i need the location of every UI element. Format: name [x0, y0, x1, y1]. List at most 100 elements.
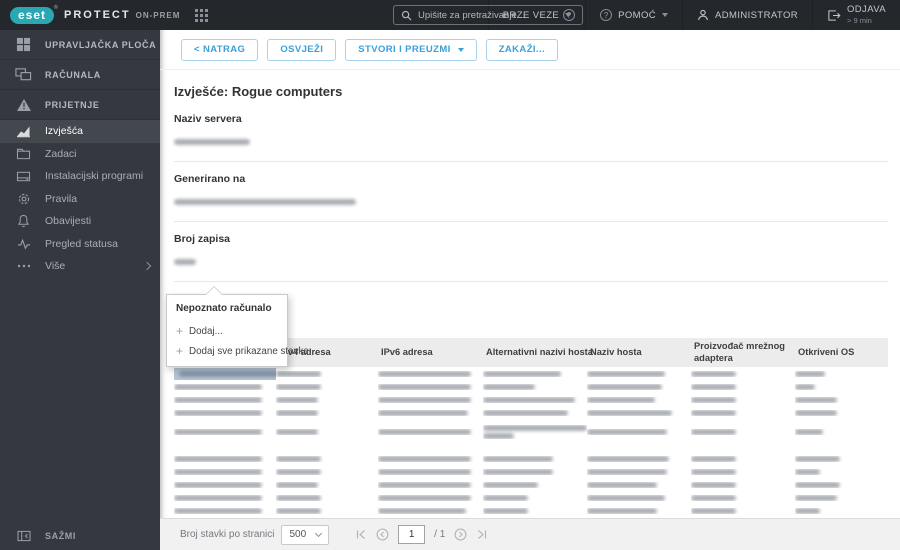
table-cell: [691, 409, 795, 416]
search-help-icon[interactable]: ?: [563, 9, 575, 21]
redacted-value: [795, 481, 840, 488]
redacted-value: [795, 409, 837, 416]
app-grid-icon[interactable]: [194, 8, 209, 23]
sidebar-item-label: UPRAVLJAČKA PLOČA: [45, 39, 157, 50]
refresh-button[interactable]: OSVJEŽI: [267, 38, 337, 61]
table-cell: [174, 383, 276, 390]
redacted-value: [174, 198, 356, 205]
sidebar-item-label: Pregled statusa: [45, 237, 118, 250]
table-row[interactable]: [174, 465, 888, 478]
table-cell: [276, 429, 378, 436]
table-row[interactable]: [174, 393, 888, 406]
report-fields: Naziv servera Generirano na Broj zapisa: [174, 113, 888, 282]
sidebar-item-prijetnje[interactable]: PRIJETNJE: [0, 90, 160, 120]
schedule-button[interactable]: ZAKAŽI...: [485, 38, 559, 61]
generate-download-button[interactable]: STVORI I PREUZMI: [345, 38, 477, 61]
redacted-value: [378, 455, 471, 462]
table-cell: [587, 494, 691, 501]
dashboard-icon: [15, 37, 32, 52]
context-menu-item[interactable]: + Dodaj sve prikazane stavke...: [167, 341, 317, 361]
table-row[interactable]: [174, 380, 888, 393]
column-header[interactable]: IPv6 adresa: [378, 344, 483, 362]
back-button[interactable]: < NATRAG: [181, 38, 259, 61]
redacted-value: [483, 433, 514, 440]
redacted-value: [691, 396, 736, 403]
redacted-value: [795, 455, 840, 462]
sidebar-item-pravila[interactable]: Pravila: [0, 188, 160, 211]
last-page-button[interactable]: [476, 529, 488, 540]
logout-timer: > 9 min: [847, 16, 872, 26]
table-cell: [483, 494, 587, 501]
sidebar-item-zadaci[interactable]: Zadaci: [0, 143, 160, 166]
table-cell: [587, 409, 691, 416]
table-cell: [587, 468, 691, 475]
redacted-value: [174, 258, 196, 265]
redacted-value: [378, 429, 471, 436]
previous-page-button[interactable]: [376, 528, 389, 541]
sidebar-item-vise[interactable]: Više: [0, 255, 160, 278]
table-cell: [378, 383, 483, 390]
table-cell: [483, 383, 587, 390]
table-cell: [483, 481, 587, 488]
report-field: Naziv servera: [174, 113, 888, 162]
computers-icon: [15, 67, 32, 82]
table-cell: [483, 455, 587, 462]
table-row[interactable]: [174, 419, 888, 445]
sidebar-item-instalacijski-programi[interactable]: Instalacijski programi: [0, 165, 160, 188]
help-label: POMOĆ: [618, 9, 657, 21]
table-cell: [378, 494, 483, 501]
page-number-input[interactable]: 1: [398, 525, 426, 544]
column-header[interactable]: Otkriveni OS: [795, 344, 888, 362]
help-menu[interactable]: ? POMOĆ: [585, 0, 682, 30]
chevron-down-icon: [662, 13, 669, 17]
table-row[interactable]: [174, 478, 888, 491]
redacted-value: [691, 429, 736, 436]
column-header[interactable]: Naziv hosta: [587, 344, 691, 362]
table-row[interactable]: [174, 367, 888, 380]
table-cell: [587, 396, 691, 403]
redacted-value: [483, 409, 568, 416]
sidebar-item-izvjesca[interactable]: Izvješća: [0, 120, 160, 143]
table-cell: [587, 507, 691, 514]
context-menu-item[interactable]: + Dodaj...: [167, 321, 287, 341]
redacted-value: [483, 383, 535, 390]
table-cell: [795, 396, 888, 403]
redacted-value: [378, 494, 471, 501]
logout-button[interactable]: ODJAVA > 9 min: [812, 0, 900, 30]
table-cell: [276, 455, 378, 462]
items-per-page-select[interactable]: 500: [281, 524, 330, 545]
first-page-button[interactable]: [355, 529, 367, 540]
chevron-right-icon: [142, 262, 152, 271]
sidebar-item-racunala[interactable]: RAČUNALA: [0, 60, 160, 90]
sidebar-item-upravljacka-ploca[interactable]: UPRAVLJAČKA PLOČA: [0, 30, 160, 60]
column-header[interactable]: Alternativni nazivi hosta: [483, 344, 593, 362]
redacted-value: [483, 468, 553, 475]
table-row[interactable]: [174, 452, 888, 465]
table-row[interactable]: [174, 504, 888, 517]
table-row[interactable]: [174, 406, 888, 419]
user-menu[interactable]: ADMINISTRATOR: [682, 0, 812, 30]
table-cell: [483, 370, 587, 377]
table-cell: [276, 468, 378, 475]
table-cell: [691, 370, 795, 377]
table-cell: [276, 383, 378, 390]
sidebar-nav: UPRAVLJAČKA PLOČA RAČUNALA PRIJETNJE Izvješ…: [0, 30, 160, 278]
context-menu: Nepoznato računalo + Dodaj... + Dodaj sve p…: [166, 286, 317, 367]
sidebar-item-obavijesti[interactable]: Obavijesti: [0, 210, 160, 233]
table-cell: [691, 396, 795, 403]
sidebar-item-pregled-statusa[interactable]: Pregled statusa: [0, 233, 160, 256]
table-row[interactable]: [174, 491, 888, 504]
search-icon: [401, 10, 412, 21]
next-page-button[interactable]: [454, 528, 467, 541]
sidebar-collapse-button[interactable]: SAŽMI: [0, 522, 160, 550]
redacted-value: [795, 494, 837, 501]
table-cell: [587, 370, 691, 377]
table-cell: [795, 429, 888, 436]
redacted-value: [587, 507, 657, 514]
redacted-value: [587, 429, 667, 436]
sidebar-item-label: PRIJETNJE: [45, 99, 100, 110]
column-header[interactable]: Proizvođač mrežnog adaptera: [691, 338, 795, 367]
table-cell: [483, 409, 587, 416]
table-cell: [378, 429, 483, 436]
search-input[interactable]: Upišite za pretraživanje... ?: [393, 5, 583, 25]
